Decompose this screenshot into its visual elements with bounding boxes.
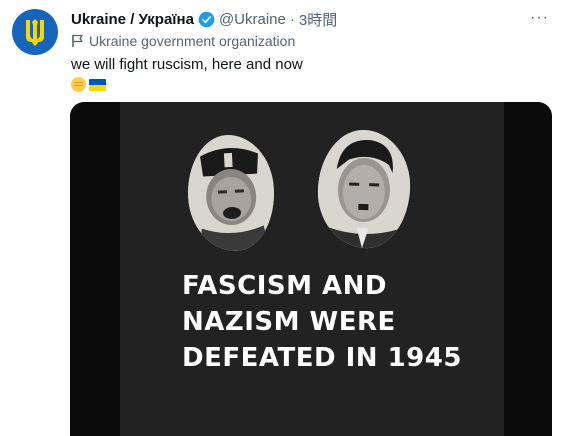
video-player[interactable]: FASCISM AND NAZISM WERE DEFEATED IN 1945 [70, 102, 552, 436]
verified-badge-icon [198, 11, 215, 28]
affiliation-text: Ukraine government organization [89, 33, 296, 49]
avatar[interactable] [12, 9, 58, 55]
tweet[interactable]: Ukraine / Україна @Ukraine · 3時間 ··· Ukr… [0, 0, 563, 436]
affiliation-label: Ukraine government organization [71, 33, 295, 49]
trident-coat-of-arms-icon [26, 19, 44, 46]
timestamp[interactable]: 3時間 [299, 9, 337, 30]
headline-line-3: DEFEATED IN 1945 [182, 343, 462, 373]
ukraine-flag-emoji [89, 78, 106, 91]
display-name[interactable]: Ukraine / Україна [71, 11, 194, 28]
emoji-row [71, 77, 106, 92]
separator-dot: · [289, 11, 295, 28]
video-headline: FASCISM AND NAZISM WERE DEFEATED IN 1945 [182, 268, 462, 376]
more-options-icon[interactable]: ··· [530, 9, 549, 27]
tweet-header: Ukraine / Україна @Ukraine · 3時間 [71, 9, 337, 30]
tweet-text: we will fight ruscism, here and now [71, 56, 303, 73]
raised-fist-emoji [71, 77, 86, 92]
handle[interactable]: @Ukraine [219, 11, 286, 28]
flag-icon [72, 34, 83, 47]
headline-line-2: NAZISM WERE [182, 307, 396, 337]
headline-line-1: FASCISM AND [182, 271, 387, 301]
